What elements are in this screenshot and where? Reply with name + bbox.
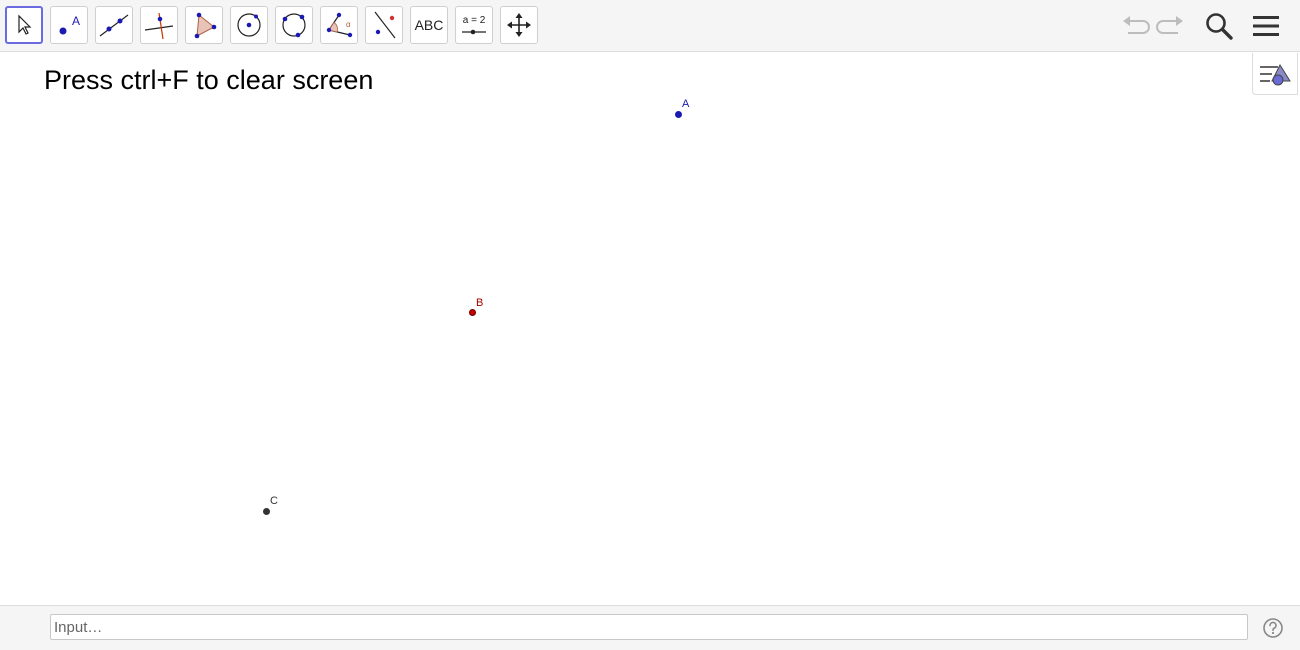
style-bar-toggle-icon [1260, 63, 1291, 85]
point-c-label: C [270, 495, 278, 507]
undo-button[interactable] [1117, 8, 1153, 44]
reflect-about-line-icon [374, 11, 396, 39]
point-a[interactable] [674, 110, 682, 118]
line-through-points-icon [99, 14, 129, 37]
angle-icon: α [326, 12, 353, 38]
slider-icon [462, 29, 486, 34]
perpendicular-line-icon [144, 12, 174, 40]
circle-tool[interactable] [230, 6, 268, 44]
redo-icon [1156, 16, 1183, 34]
angle-tool-icon-label: α [346, 20, 351, 29]
algebra-input-field[interactable] [50, 614, 1248, 640]
text-tool[interactable]: ABC [410, 6, 448, 44]
line-tool[interactable] [95, 6, 133, 44]
main-menu-button[interactable] [1248, 8, 1284, 44]
redo-button[interactable] [1153, 8, 1189, 44]
angle-tool[interactable]: α [320, 6, 358, 44]
circle-three-points-icon [282, 13, 306, 38]
search-button[interactable] [1201, 8, 1237, 44]
move-tool[interactable] [5, 6, 43, 44]
geogebra-app: A α ABC a = 2 Press ctrl+F to clear scre… [0, 0, 1300, 650]
circle-center-point-icon [237, 13, 261, 37]
reflect-tool[interactable] [365, 6, 403, 44]
perpendicular-line-tool[interactable] [140, 6, 178, 44]
point-tool[interactable]: A [50, 6, 88, 44]
move-arrows-icon [507, 13, 531, 37]
search-icon [1206, 13, 1233, 40]
help-circle-icon [1263, 618, 1283, 638]
point-c[interactable] [262, 507, 270, 515]
point-b[interactable] [468, 308, 476, 316]
hint-text: Press ctrl+F to clear screen [44, 65, 374, 95]
slider-tool[interactable]: a = 2 [455, 6, 493, 44]
cursor-arrow-icon [18, 14, 32, 35]
slider-tool-label: a = 2 [462, 14, 486, 26]
point-a-label: A [682, 98, 690, 110]
circle-three-points-tool[interactable] [275, 6, 313, 44]
point-icon: A [59, 14, 80, 35]
style-bar-toggle-button[interactable] [1252, 53, 1298, 95]
text-tool-label: ABC [414, 17, 444, 33]
point-b-label: B [476, 297, 484, 309]
polygon-icon [194, 12, 217, 39]
input-bar [0, 605, 1300, 650]
move-graphics-view-tool[interactable] [500, 6, 538, 44]
toolbar: A α ABC a = 2 [0, 0, 1300, 52]
graphics-view[interactable]: Press ctrl+F to clear screen A B C [0, 53, 1300, 605]
polygon-tool[interactable] [185, 6, 223, 44]
hamburger-menu-icon [1253, 16, 1279, 36]
point-tool-icon-label: A [72, 14, 80, 28]
input-help-button[interactable] [1262, 617, 1284, 639]
undo-icon [1123, 16, 1150, 34]
